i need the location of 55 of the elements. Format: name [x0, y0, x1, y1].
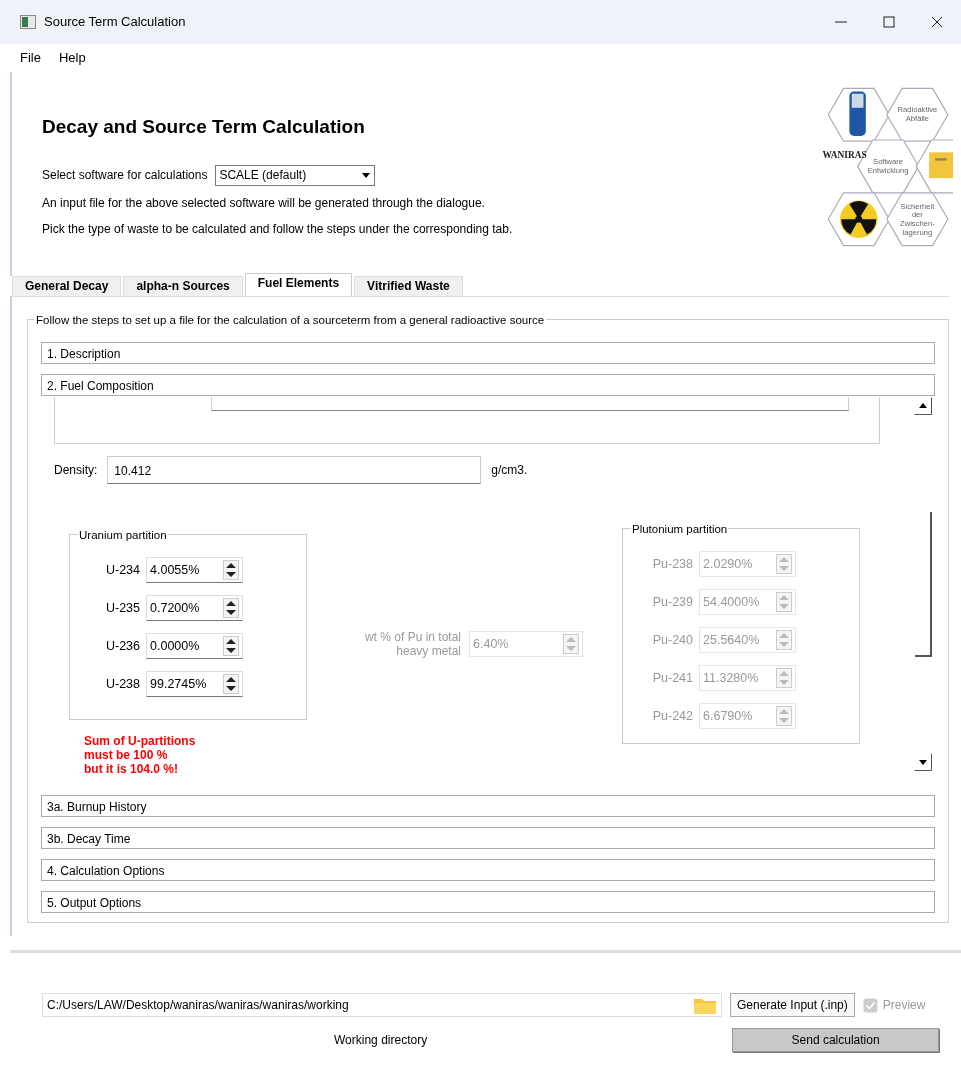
- field-label: wt % of Pu in total heavy metal: [363, 630, 461, 658]
- window-title: Source Term Calculation: [44, 13, 187, 32]
- logo-caption: Radioaktive Abfälle: [897, 105, 938, 124]
- unit-label: g/cm3.: [491, 462, 528, 479]
- isotope-label: Pu-238: [651, 555, 693, 573]
- spinner-arrows-icon[interactable]: [223, 560, 239, 580]
- logo-text: WANIRAS: [822, 150, 867, 161]
- send-button[interactable]: Send calculation: [732, 1028, 939, 1052]
- error-message: Sum of U-partitions must be 100 % but it is 104.0 %!: [84, 734, 197, 776]
- software-dropdown[interactable]: SCALE (default): [215, 164, 376, 186]
- tab[interactable]: General Decay: [12, 276, 122, 296]
- page-heading: Decay and Source Term Calculation: [42, 116, 366, 139]
- section-header[interactable]: 4. Calculation Options: [41, 859, 935, 881]
- spin-box[interactable]: 0.7200%: [146, 595, 243, 621]
- spin-box[interactable]: 0.0000%: [146, 633, 243, 659]
- generate-button[interactable]: Generate Input (.inp): [730, 993, 855, 1017]
- info-text: Pick the type of waste to be calculated and follow the steps under the corresponding tab.: [42, 220, 514, 238]
- isotope-label: U-235: [104, 599, 140, 617]
- isotope-label: U-234: [104, 561, 140, 579]
- field-label: Density:: [54, 462, 98, 479]
- scroll-down-icon[interactable]: [914, 753, 932, 771]
- section-header[interactable]: 1. Description: [41, 342, 935, 364]
- density-field[interactable]: 10.412: [107, 456, 482, 484]
- app-icon: [20, 15, 36, 29]
- directory-field[interactable]: C:/Users/LAW/Desktop/waniras/waniras/waniras/working: [42, 993, 722, 1017]
- tab[interactable]: Fuel Elements: [244, 273, 353, 296]
- spinner-arrows-icon[interactable]: [223, 674, 239, 694]
- menu-item[interactable]: Help: [58, 48, 86, 68]
- tab[interactable]: alpha-n Sources: [123, 276, 243, 296]
- isotope-label: U-238: [104, 675, 140, 693]
- isotope-label: Pu-242: [651, 707, 693, 725]
- menu-item[interactable]: File: [20, 48, 41, 68]
- spin-box[interactable]: 99.2745%: [146, 671, 243, 697]
- checkbox-label: Preview: [882, 997, 926, 1014]
- section-header[interactable]: 3b. Decay Time: [41, 827, 935, 849]
- isotope-label: Pu-240: [651, 631, 693, 649]
- logo-caption: Sicherheit der Zwischen- lagerung: [900, 201, 935, 237]
- isotope-label: U-236: [104, 637, 140, 655]
- logo-caption: Software Entwicklung: [867, 157, 909, 175]
- spinner-arrows-icon[interactable]: [223, 598, 239, 618]
- field-label: Select software for calculations: [42, 167, 208, 185]
- isotope-label: Pu-239: [651, 593, 693, 611]
- isotope-label: Pu-241: [651, 669, 693, 687]
- tab[interactable]: Vitrified Waste: [354, 276, 463, 296]
- info-text: An input file for the above selected software will be generated through the dialogue.: [42, 194, 486, 212]
- scroll-up-icon[interactable]: [914, 397, 932, 415]
- section-header[interactable]: 5. Output Options: [41, 891, 935, 913]
- text-field[interactable]: [211, 397, 849, 411]
- scrollbar-thumb[interactable]: [914, 511, 932, 657]
- dropdown-arrow-icon: [361, 171, 372, 179]
- spinner-arrows-icon[interactable]: [223, 636, 239, 656]
- field-label: Working directory: [334, 1032, 428, 1049]
- spin-box[interactable]: 4.0055%: [146, 557, 243, 583]
- section-header[interactable]: 3a. Burnup History: [41, 795, 935, 817]
- section-header[interactable]: 2. Fuel Composition: [41, 374, 935, 396]
